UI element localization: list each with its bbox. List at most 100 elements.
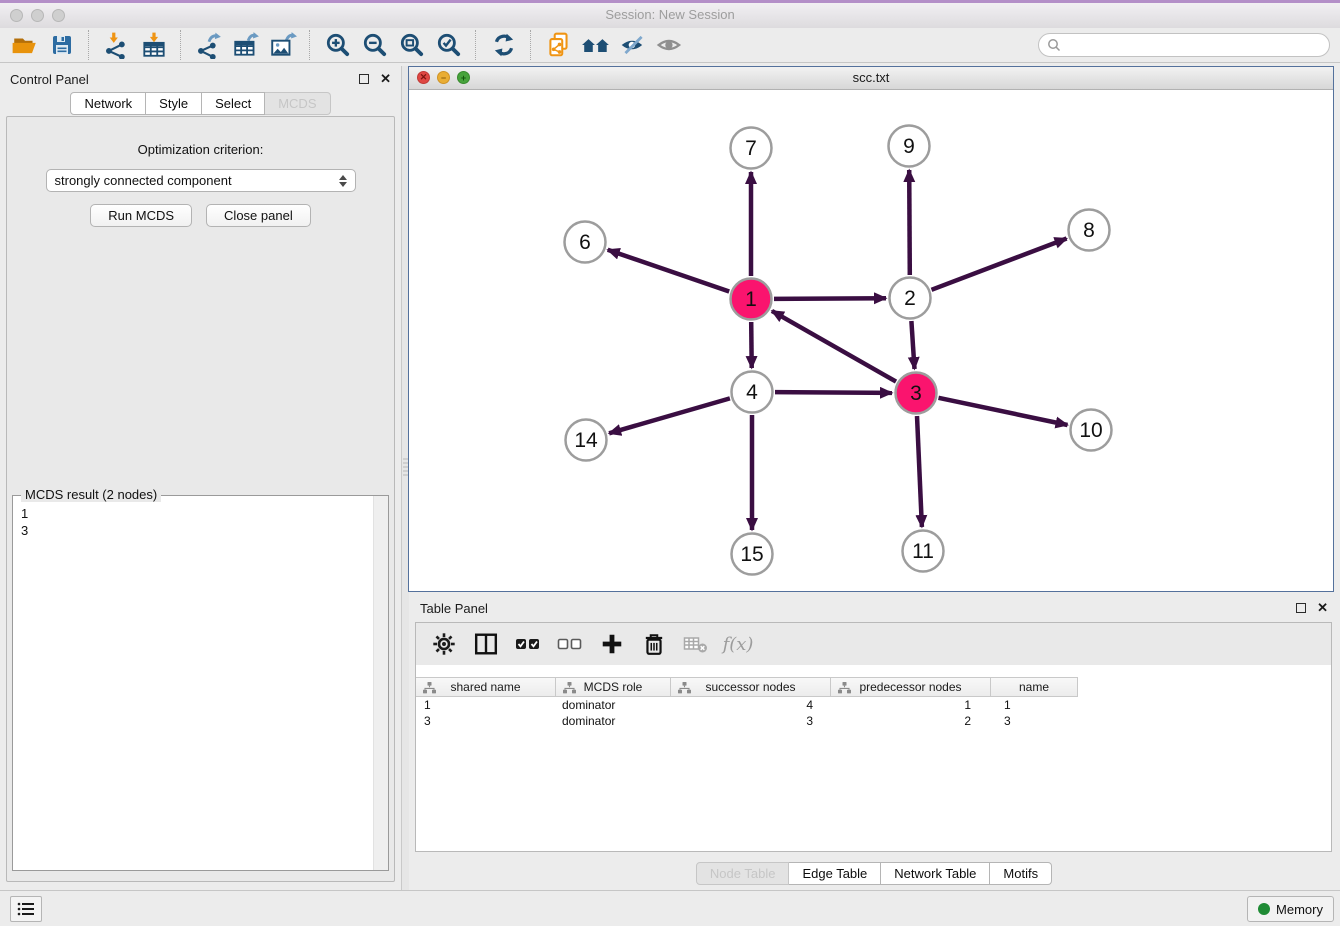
open-session-icon[interactable]	[6, 29, 43, 61]
application-window: Session: New Session	[0, 0, 1340, 926]
graph-node-9[interactable]: 9	[889, 126, 930, 167]
column-header-shared-name[interactable]: shared name	[416, 677, 556, 697]
result-scrollbar[interactable]	[373, 496, 388, 870]
delete-column-trash-icon[interactable]	[640, 630, 668, 658]
toolbar-separator	[88, 30, 90, 60]
zoom-in-icon[interactable]	[319, 29, 356, 61]
search-box[interactable]	[1038, 33, 1330, 57]
toolbar-separator	[475, 30, 477, 60]
table-panel-title: Table Panel	[420, 601, 488, 616]
network-minimize-button[interactable]: −	[437, 71, 450, 84]
network-close-button[interactable]: ✕	[417, 71, 430, 84]
table-cell: 3	[991, 714, 1078, 728]
table-row[interactable]: 3dominator323	[416, 713, 1331, 729]
window-accent-strip	[0, 0, 1340, 3]
table-row[interactable]: 1dominator411	[416, 697, 1331, 713]
close-window-button[interactable]	[10, 9, 23, 22]
graph-edge-2-3[interactable]	[911, 321, 914, 369]
graph-node-1[interactable]: 1	[731, 279, 772, 320]
criterion-dropdown[interactable]: strongly connected component	[46, 169, 356, 192]
close-table-panel-icon[interactable]: ✕	[1317, 603, 1328, 613]
graph-edge-2-8[interactable]	[932, 239, 1067, 290]
clear-checkboxes-icon[interactable]	[556, 630, 584, 658]
refresh-icon[interactable]	[485, 29, 522, 61]
select-all-checkboxes-icon[interactable]	[514, 630, 542, 658]
tab-mcds[interactable]: MCDS	[265, 92, 330, 115]
graph-node-4[interactable]: 4	[732, 372, 773, 413]
table-cell: 1	[991, 698, 1078, 712]
tab-edge-table[interactable]: Edge Table	[789, 862, 881, 885]
graph-node-11[interactable]: 11	[903, 531, 944, 572]
add-column-icon[interactable]	[598, 630, 626, 658]
zoom-out-icon[interactable]	[356, 29, 393, 61]
search-input[interactable]	[1066, 37, 1329, 54]
table-panel: Table Panel ✕	[408, 595, 1340, 890]
graph-edge-2-9[interactable]	[909, 170, 910, 275]
tab-network-table[interactable]: Network Table	[881, 862, 990, 885]
column-header-MCDS-role[interactable]: MCDS role	[556, 677, 671, 697]
close-panel-button[interactable]: Close panel	[206, 204, 311, 227]
hide-selected-eye-icon[interactable]	[614, 29, 651, 61]
tab-node-table[interactable]: Node Table	[696, 862, 790, 885]
import-table-icon[interactable]	[135, 29, 172, 61]
graph-node-8[interactable]: 8	[1069, 210, 1110, 251]
float-table-panel-icon[interactable]	[1296, 603, 1306, 613]
tab-network[interactable]: Network	[70, 92, 146, 115]
export-table-icon[interactable]	[227, 29, 264, 61]
run-mcds-button[interactable]: Run MCDS	[90, 204, 192, 227]
graph-edge-1-2[interactable]	[774, 298, 886, 299]
graph-edge-1-6[interactable]	[608, 250, 730, 292]
status-bar: Memory	[0, 890, 1340, 926]
import-network-icon[interactable]	[98, 29, 135, 61]
float-panel-icon[interactable]	[359, 74, 369, 84]
home-icon[interactable]	[577, 29, 614, 61]
task-history-button[interactable]	[10, 896, 42, 922]
memory-button[interactable]: Memory	[1247, 896, 1334, 922]
network-window-titlebar[interactable]: ✕ − + scc.txt	[409, 67, 1333, 90]
graph-node-3[interactable]: 3	[896, 373, 937, 414]
tab-motifs[interactable]: Motifs	[990, 862, 1052, 885]
save-session-icon[interactable]	[43, 29, 80, 61]
graph-node-15[interactable]: 15	[732, 534, 773, 575]
tab-select[interactable]: Select	[202, 92, 265, 115]
graph-node-14[interactable]: 14	[566, 420, 607, 461]
network-canvas[interactable]: 7 9 6 8 1 2 4 3 14 10 15 11	[409, 90, 1333, 592]
column-header-successor-nodes[interactable]: successor nodes	[671, 677, 831, 697]
svg-text:8: 8	[1083, 219, 1095, 242]
memory-label: Memory	[1276, 902, 1323, 917]
table-options-gear-icon[interactable]	[430, 630, 458, 658]
minimize-window-button[interactable]	[31, 9, 44, 22]
graph-edge-1-4[interactable]	[751, 322, 752, 368]
graph-node-7[interactable]: 7	[731, 128, 772, 169]
network-window-title: scc.txt	[409, 67, 1333, 89]
show-columns-icon[interactable]	[472, 630, 500, 658]
graph-edge-3-10[interactable]	[939, 398, 1068, 425]
graph-edge-4-14[interactable]	[609, 398, 730, 433]
maximize-window-button[interactable]	[52, 9, 65, 22]
table-cell: 3	[671, 714, 831, 728]
show-all-eye-icon[interactable]	[651, 29, 688, 61]
graph-edge-4-3[interactable]	[775, 392, 892, 393]
column-header-name[interactable]: name	[991, 677, 1078, 697]
graph-edge-3-1[interactable]	[772, 311, 896, 382]
tab-style[interactable]: Style	[146, 92, 202, 115]
dropdown-stepper-icon	[339, 175, 347, 187]
clone-network-icon[interactable]	[540, 29, 577, 61]
svg-text:7: 7	[745, 137, 757, 160]
column-header-predecessor-nodes[interactable]: predecessor nodes	[831, 677, 991, 697]
memory-status-icon	[1258, 903, 1270, 915]
export-network-icon[interactable]	[190, 29, 227, 61]
table-toolbar: f(x)	[416, 623, 1331, 665]
control-panel: Control Panel ✕ NetworkStyleSelectMCDS O…	[0, 66, 401, 890]
export-image-icon[interactable]	[264, 29, 301, 61]
graph-node-6[interactable]: 6	[565, 222, 606, 263]
network-view-window: ✕ − + scc.txt 7 9 6 8 1 2 4 3 14 10 15 11	[408, 66, 1334, 592]
zoom-selected-icon[interactable]	[430, 29, 467, 61]
close-panel-icon[interactable]: ✕	[380, 74, 391, 84]
network-maximize-button[interactable]: +	[457, 71, 470, 84]
zoom-fit-icon[interactable]	[393, 29, 430, 61]
graph-edge-3-11[interactable]	[917, 416, 922, 527]
graph-node-10[interactable]: 10	[1071, 410, 1112, 451]
main-toolbar	[0, 28, 1340, 63]
graph-node-2[interactable]: 2	[890, 278, 931, 319]
